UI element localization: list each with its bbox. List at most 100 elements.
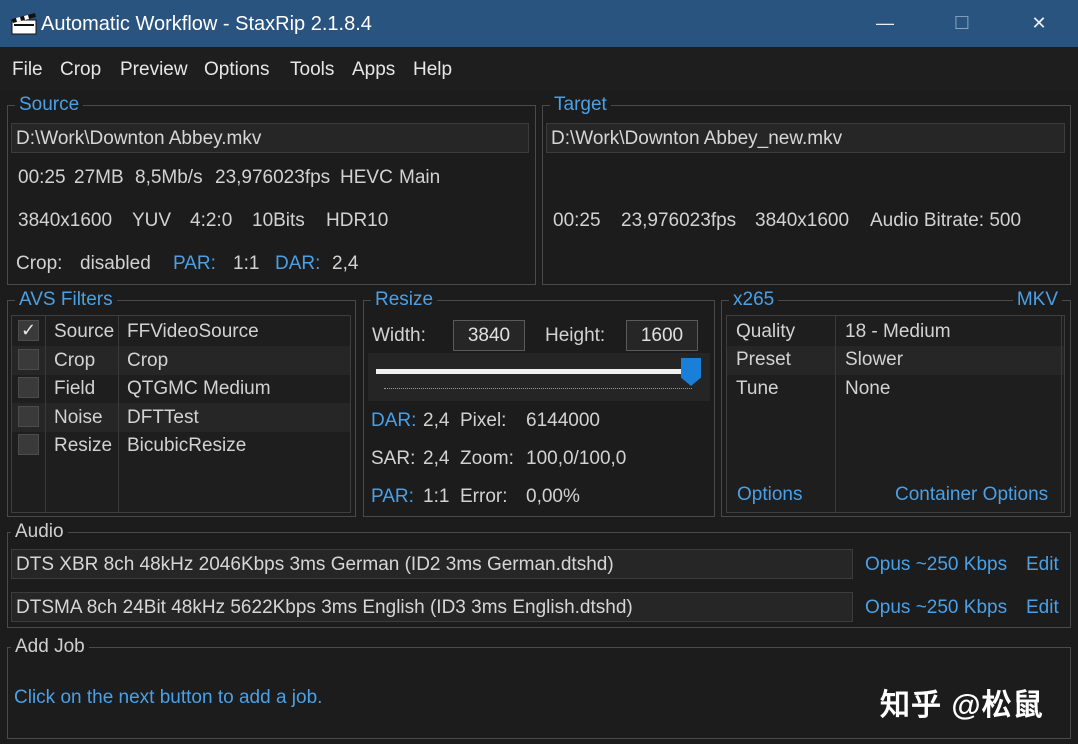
minimize-button[interactable]: — (848, 0, 922, 47)
filter-name: Crop (127, 350, 169, 371)
filter-name: QTGMC Medium (127, 378, 271, 399)
filter-row[interactable]: Crop Crop (12, 346, 350, 375)
column-divider (835, 316, 836, 512)
height-input[interactable]: 1600 (626, 320, 698, 351)
filter-category: Source (54, 321, 115, 342)
encoder-legend[interactable]: x265 (729, 289, 779, 311)
avs-filters-legend: AVS Filters (15, 289, 117, 311)
filter-checkbox[interactable] (18, 434, 39, 455)
menu-options[interactable]: Options (204, 59, 269, 81)
filter-checkbox-checked[interactable]: ✓ (18, 320, 39, 341)
column-divider (1061, 316, 1062, 512)
menu-apps[interactable]: Apps (352, 59, 395, 81)
menu-tools[interactable]: Tools (290, 59, 334, 81)
source-legend: Source (15, 94, 84, 116)
encoder-key: Preset (736, 349, 791, 370)
crop-value: disabled (80, 253, 151, 274)
source-size: 27MB (74, 167, 124, 188)
filter-row[interactable]: ✓ Source FFVideoSource (12, 317, 350, 346)
resize-par-label[interactable]: PAR: (371, 486, 414, 508)
audio-track-1-profile[interactable]: Opus ~250 Kbps (865, 554, 1007, 576)
filter-checkbox[interactable] (18, 406, 39, 427)
slider-ticks (384, 388, 692, 390)
column-divider (45, 316, 46, 512)
container-legend[interactable]: MKV (1012, 289, 1062, 311)
filter-category: Field (54, 378, 96, 399)
target-legend: Target (550, 94, 611, 116)
add-job-legend: Add Job (11, 636, 89, 658)
filters-list[interactable]: ✓ Source FFVideoSource Crop Crop Field Q… (11, 315, 351, 513)
container-options-link[interactable]: Container Options (895, 484, 1048, 506)
encoder-value: None (845, 378, 891, 399)
source-colorspace: YUV (132, 210, 172, 231)
filter-checkbox[interactable] (18, 349, 39, 370)
encoder-key: Tune (736, 378, 779, 399)
encoder-row[interactable]: Preset Slower (727, 346, 1064, 375)
source-dar-label[interactable]: DAR: (275, 253, 320, 275)
target-duration: 00:25 (553, 210, 601, 231)
zoom-value: 100,0/100,0 (526, 448, 627, 469)
resize-par-value: 1:1 (423, 486, 450, 507)
target-resolution: 3840x1600 (755, 210, 850, 231)
encoder-row[interactable]: Tune None (727, 374, 1064, 403)
width-input[interactable]: 3840 (453, 320, 525, 351)
audio-track-2-profile[interactable]: Opus ~250 Kbps (865, 597, 1007, 619)
source-duration: 00:25 (18, 167, 66, 188)
slider-track[interactable] (376, 369, 692, 374)
target-audio-bitrate[interactable]: Audio Bitrate: 500 (870, 210, 1021, 232)
encoder-key: Quality (736, 321, 796, 342)
error-value: 0,00% (526, 486, 580, 507)
source-dar-value: 2,4 (332, 253, 359, 274)
audio-track-2-path[interactable]: DTSMA 8ch 24Bit 48kHz 5622Kbps 3ms Engli… (11, 592, 853, 622)
target-framerate: 23,976023fps (621, 210, 737, 231)
clapperboard-icon (11, 13, 37, 35)
menu-crop[interactable]: Crop (60, 59, 101, 81)
encoder-value: 18 - Medium (845, 321, 951, 342)
filter-row[interactable]: Resize BicubicResize (12, 431, 350, 460)
resize-dar-value: 2,4 (423, 410, 450, 431)
filter-name: BicubicResize (127, 435, 247, 456)
encoder-value: Slower (845, 349, 904, 370)
maximize-button[interactable]: ☐ (925, 0, 999, 47)
filter-category: Resize (54, 435, 113, 456)
pixel-value: 6144000 (526, 410, 600, 431)
filter-category: Noise (54, 407, 103, 428)
source-par-label[interactable]: PAR: (173, 253, 216, 275)
source-chroma: 4:2:0 (190, 210, 233, 231)
source-bitdepth: 10Bits (252, 210, 305, 231)
menu-help[interactable]: Help (413, 59, 452, 81)
source-path-field[interactable]: D:\Work\Downton Abbey.mkv (11, 123, 529, 153)
audio-track-1-edit[interactable]: Edit (1026, 554, 1059, 576)
source-profile: Main (399, 167, 441, 188)
encoder-row[interactable]: Quality 18 - Medium (727, 317, 1064, 346)
source-resolution: 3840x1600 (18, 210, 113, 231)
menu-file[interactable]: File (12, 59, 43, 81)
window-title: Automatic Workflow - StaxRip 2.1.8.4 (41, 13, 372, 35)
close-button[interactable]: ✕ (1002, 0, 1076, 47)
pixel-label: Pixel: (460, 410, 507, 431)
source-bitrate: 8,5Mb/s (135, 167, 203, 188)
zoom-label: Zoom: (460, 448, 514, 469)
audio-track-2-edit[interactable]: Edit (1026, 597, 1059, 619)
column-divider (118, 316, 119, 512)
resize-legend: Resize (371, 289, 438, 311)
resize-dar-label[interactable]: DAR: (371, 410, 416, 432)
error-label: Error: (460, 486, 508, 507)
filter-row[interactable]: Noise DFTTest (12, 403, 350, 432)
audio-legend: Audio (11, 521, 68, 543)
filter-category: Crop (54, 350, 96, 371)
resize-slider[interactable] (368, 353, 710, 401)
menu-preview[interactable]: Preview (120, 59, 188, 81)
encoder-options-link[interactable]: Options (737, 484, 802, 506)
add-job-hint-link[interactable]: Click on the next button to add a job. (14, 687, 322, 709)
filter-row[interactable]: Field QTGMC Medium (12, 374, 350, 403)
watermark: 知乎 @松鼠 (880, 689, 1044, 722)
filter-name: DFTTest (127, 407, 199, 428)
filter-checkbox[interactable] (18, 377, 39, 398)
source-par-value: 1:1 (233, 253, 260, 274)
height-label: Height: (545, 325, 606, 346)
target-path-field[interactable]: D:\Work\Downton Abbey_new.mkv (546, 123, 1065, 153)
source-hdr: HDR10 (326, 210, 389, 231)
sar-value: 2,4 (423, 448, 450, 469)
audio-track-1-path[interactable]: DTS XBR 8ch 48kHz 2046Kbps 3ms German (I… (11, 549, 853, 579)
